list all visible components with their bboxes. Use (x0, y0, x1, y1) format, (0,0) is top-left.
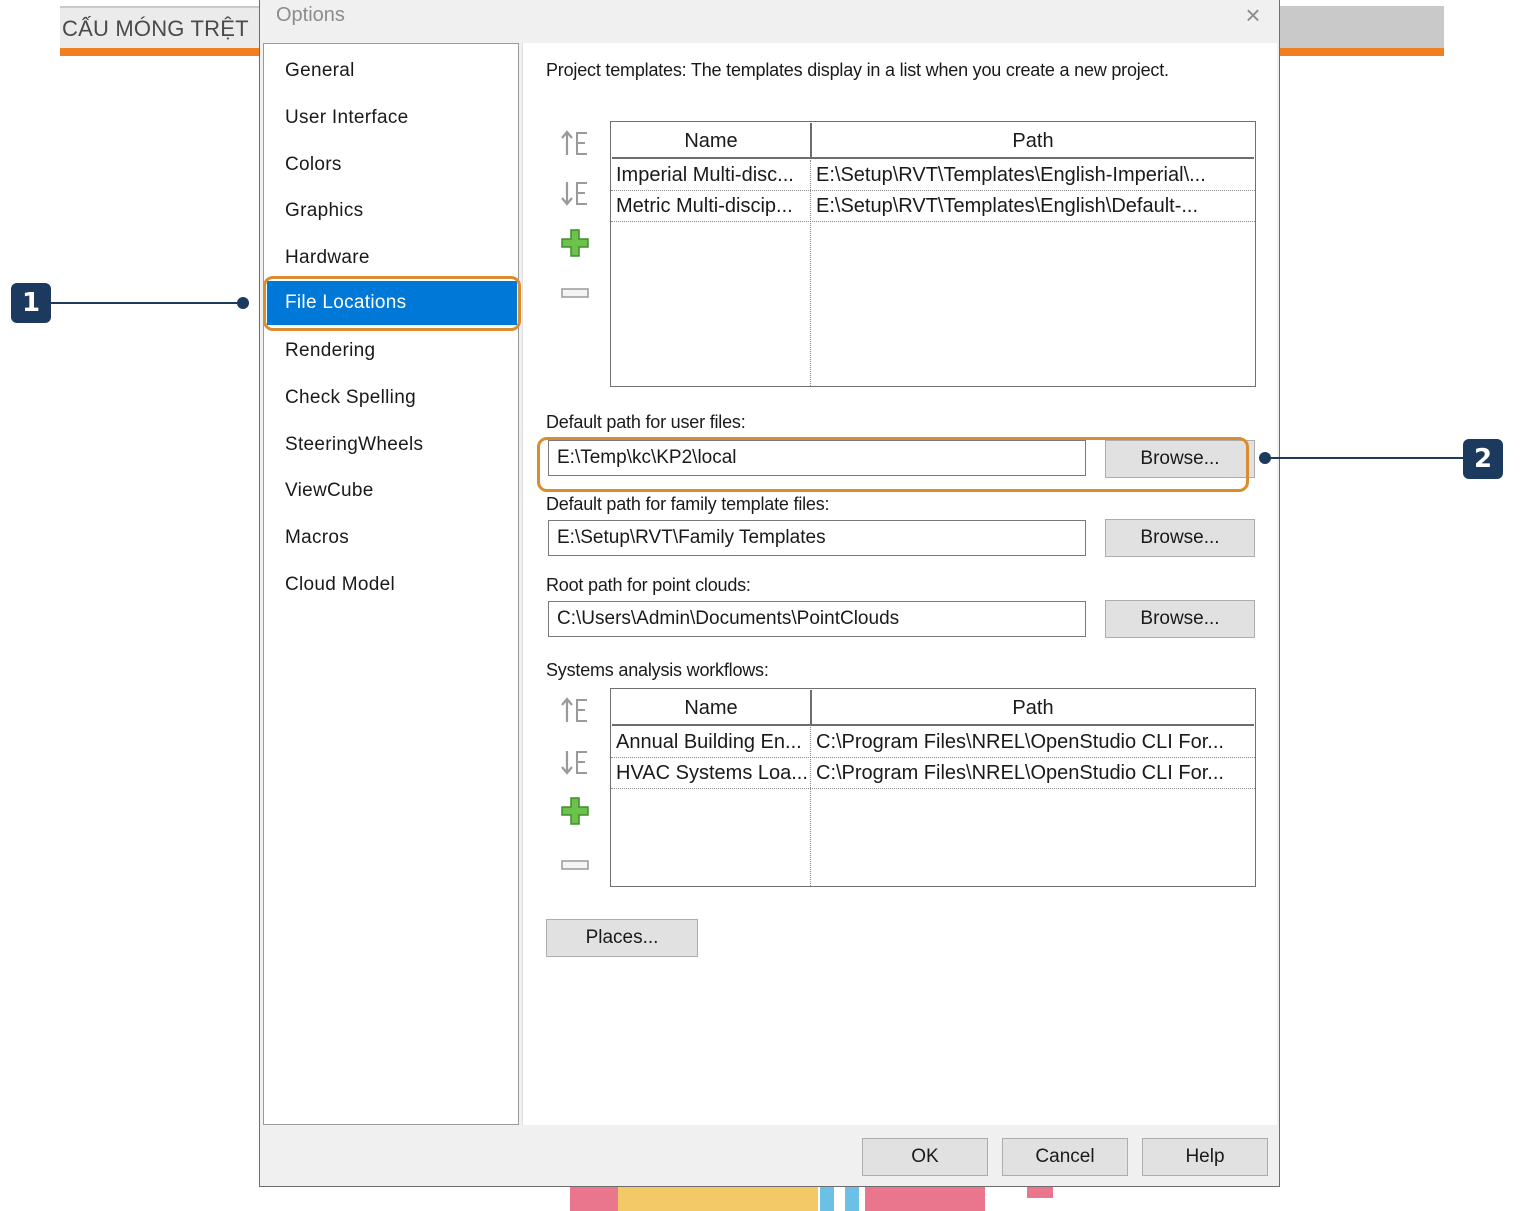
user-files-browse-button[interactable]: Browse... (1105, 440, 1255, 478)
help-button[interactable]: Help (1142, 1138, 1268, 1176)
move-down-icon[interactable] (559, 177, 591, 209)
remove-icon[interactable] (559, 849, 591, 881)
nav-item-general[interactable]: General (267, 49, 517, 93)
project-templates-table: Name Path Imperial Multi-disc... E:\Setu… (610, 121, 1256, 387)
nav-item-graphics[interactable]: Graphics (267, 189, 517, 233)
systems-analysis-table: Name Path Annual Building En... C:\Progr… (610, 688, 1256, 887)
point-clouds-label: Root path for point clouds: (546, 575, 751, 595)
callout-badge-2: 2 (1463, 439, 1503, 479)
row-path-cell[interactable]: E:\Setup\RVT\Templates\English\Default-.… (812, 191, 1252, 221)
row-name-cell[interactable]: Annual Building En... (612, 727, 809, 757)
background-model-view (565, 1186, 1065, 1211)
row-path-cell[interactable]: E:\Setup\RVT\Templates\English-Imperial\… (812, 160, 1252, 190)
remove-icon[interactable] (559, 277, 591, 309)
dialog-title: Options (276, 4, 345, 26)
user-files-path-input[interactable]: E:\Temp\kc\KP2\local (548, 440, 1086, 476)
callout-line-2 (1268, 457, 1463, 459)
nav-item-steering-wheels[interactable]: SteeringWheels (267, 423, 517, 467)
callout-line-1 (51, 302, 241, 304)
places-button[interactable]: Places... (546, 919, 698, 957)
move-up-icon[interactable] (559, 127, 591, 159)
family-templates-label: Default path for family template files: (546, 494, 830, 514)
column-header-path[interactable]: Path (812, 123, 1254, 159)
point-clouds-path-input[interactable]: C:\Users\Admin\Documents\PointClouds (548, 601, 1086, 637)
options-dialog: Options × General User Interface Colors … (259, 0, 1280, 1187)
nav-item-hardware[interactable]: Hardware (267, 236, 517, 280)
column-header-name[interactable]: Name (612, 123, 810, 159)
callout-badge-1: 1 (11, 283, 51, 323)
file-locations-panel: Project templates: The templates display… (522, 43, 1277, 1125)
family-templates-browse-button[interactable]: Browse... (1105, 519, 1255, 557)
column-header-name[interactable]: Name (612, 690, 810, 726)
cancel-button[interactable]: Cancel (1002, 1138, 1128, 1176)
nav-item-user-interface[interactable]: User Interface (267, 96, 517, 140)
nav-item-check-spelling[interactable]: Check Spelling (267, 376, 517, 420)
table-header: Name Path (612, 690, 1254, 726)
move-down-icon[interactable] (559, 746, 591, 778)
move-up-icon[interactable] (559, 694, 591, 726)
family-templates-path-input[interactable]: E:\Setup\RVT\Family Templates (548, 520, 1086, 556)
close-icon[interactable]: × (1240, 2, 1266, 28)
add-icon[interactable] (559, 795, 591, 827)
options-nav: General User Interface Colors Graphics H… (263, 43, 519, 1125)
nav-item-colors[interactable]: Colors (267, 143, 517, 187)
table-header: Name Path (612, 123, 1254, 159)
callout-dot-1 (237, 297, 249, 309)
nav-item-cloud-model[interactable]: Cloud Model (267, 563, 517, 607)
nav-item-viewcube[interactable]: ViewCube (267, 469, 517, 513)
project-templates-label: Project templates: The templates display… (546, 60, 1169, 80)
point-clouds-browse-button[interactable]: Browse... (1105, 600, 1255, 638)
row-name-cell[interactable]: Metric Multi-discip... (612, 191, 809, 221)
nav-item-file-locations[interactable]: File Locations (267, 281, 517, 325)
row-path-cell[interactable]: C:\Program Files\NREL\OpenStudio CLI For… (812, 727, 1252, 757)
row-path-cell[interactable]: C:\Program Files\NREL\OpenStudio CLI For… (812, 758, 1252, 788)
background-tab-label: CẤU MÓNG TRỆT (62, 16, 249, 41)
column-header-path[interactable]: Path (812, 690, 1254, 726)
nav-item-macros[interactable]: Macros (267, 516, 517, 560)
add-icon[interactable] (559, 227, 591, 259)
user-files-label: Default path for user files: (546, 412, 746, 432)
systems-analysis-label: Systems analysis workflows: (546, 660, 769, 680)
row-name-cell[interactable]: Imperial Multi-disc... (612, 160, 809, 190)
ok-button[interactable]: OK (862, 1138, 988, 1176)
nav-item-rendering[interactable]: Rendering (267, 329, 517, 373)
row-name-cell[interactable]: HVAC Systems Loa... (612, 758, 809, 788)
